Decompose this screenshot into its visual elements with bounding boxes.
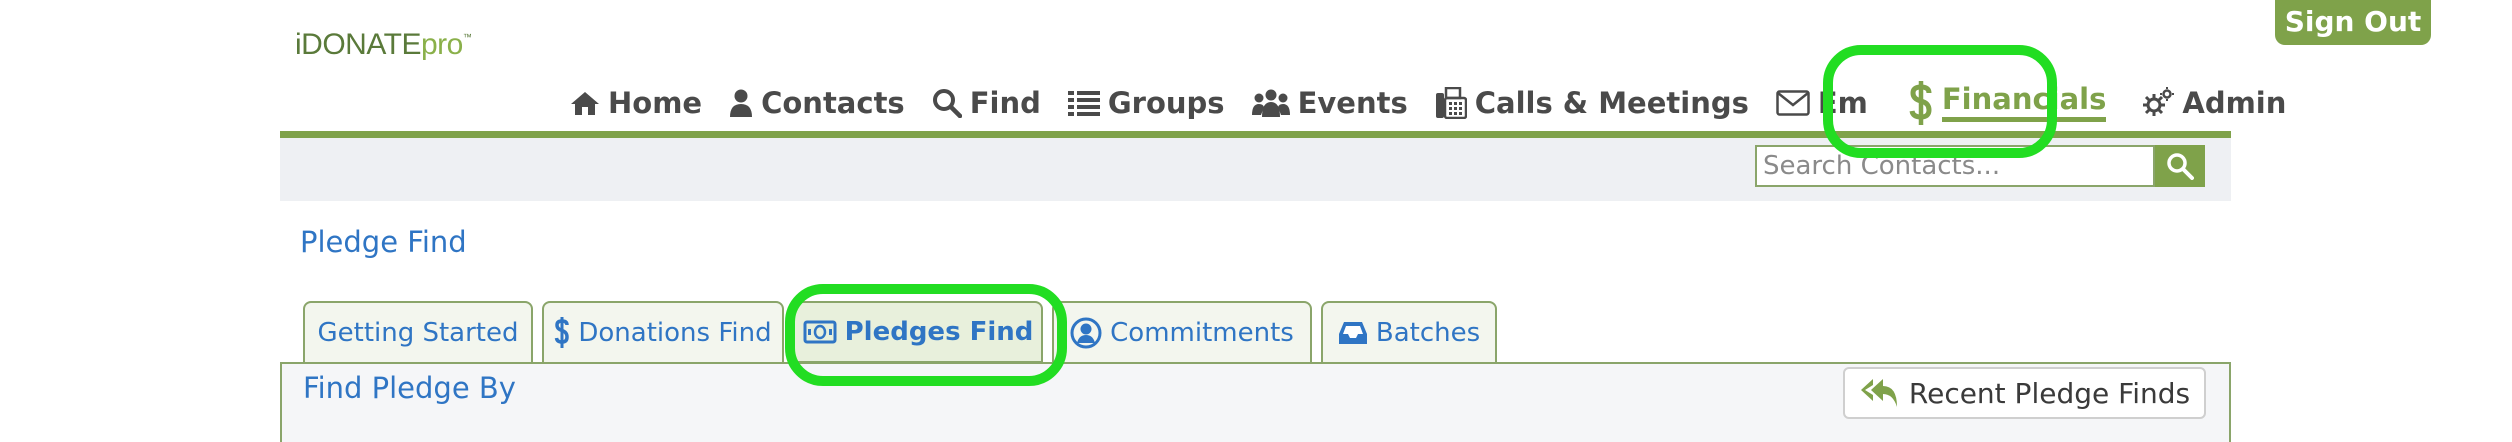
nav-item-contacts[interactable]: Contacts <box>729 80 905 126</box>
sign-out-button[interactable]: Sign Out <box>2275 0 2431 45</box>
nav-label: Contacts <box>761 86 905 120</box>
tab-label: Commitments <box>1110 318 1294 348</box>
fax-phone-icon <box>1435 87 1467 119</box>
nav-item-calls-meetings[interactable]: Calls & Meetings <box>1435 80 1749 126</box>
search-button[interactable] <box>2155 145 2205 187</box>
recent-pledge-finds-button[interactable]: Recent Pledge Finds <box>1843 367 2206 419</box>
nav-item-groups[interactable]: Groups <box>1067 80 1225 126</box>
nav-item-admin[interactable]: Admin <box>2142 80 2286 126</box>
nav-label: Groups <box>1107 86 1225 120</box>
search-icon <box>932 88 962 118</box>
logo-trademark: ™ <box>462 32 472 42</box>
tab-getting-started[interactable]: Getting Started <box>303 301 533 363</box>
tab-label: Donations Find <box>578 318 772 348</box>
app-logo[interactable]: iDONATEpro™ <box>295 28 472 62</box>
nav-label: Admin <box>2182 86 2287 120</box>
nav-item-home[interactable]: Home <box>570 80 702 126</box>
nav-label: Calls & Meetings <box>1474 86 1749 120</box>
nav-label: Home <box>608 86 703 120</box>
panel-title: Find Pledge By <box>303 371 516 405</box>
tab-donations-find[interactable]: Donations Find <box>542 301 784 363</box>
gears-icon <box>2142 87 2175 119</box>
tab-batches[interactable]: Batches <box>1321 301 1497 363</box>
people-group-icon <box>1251 89 1290 117</box>
user-circle-icon <box>1070 317 1102 349</box>
highlight-pledges-find <box>785 284 1067 386</box>
nav-label: Find <box>969 86 1041 120</box>
nav-item-find[interactable]: Find <box>932 80 1041 126</box>
tab-commitments[interactable]: Commitments <box>1052 301 1312 363</box>
inbox-icon <box>1338 320 1368 346</box>
envelope-icon <box>1776 90 1810 116</box>
list-icon <box>1067 90 1100 116</box>
person-icon <box>729 89 753 117</box>
nav-item-events[interactable]: Events <box>1251 80 1408 126</box>
home-icon <box>570 90 600 116</box>
nav-label: Events <box>1297 86 1408 120</box>
logo-suffix: pro <box>420 28 463 61</box>
search-icon <box>2166 152 2194 180</box>
logo-brand: iDONATE <box>295 28 421 61</box>
highlight-financials <box>1823 45 2057 158</box>
page-title: Pledge Find <box>300 225 467 259</box>
recent-button-label: Recent Pledge Finds <box>1908 376 2191 410</box>
reply-all-icon <box>1859 377 1899 409</box>
tab-label: Getting Started <box>317 318 519 348</box>
dollar-icon <box>554 316 570 350</box>
tab-label: Batches <box>1375 318 1481 348</box>
